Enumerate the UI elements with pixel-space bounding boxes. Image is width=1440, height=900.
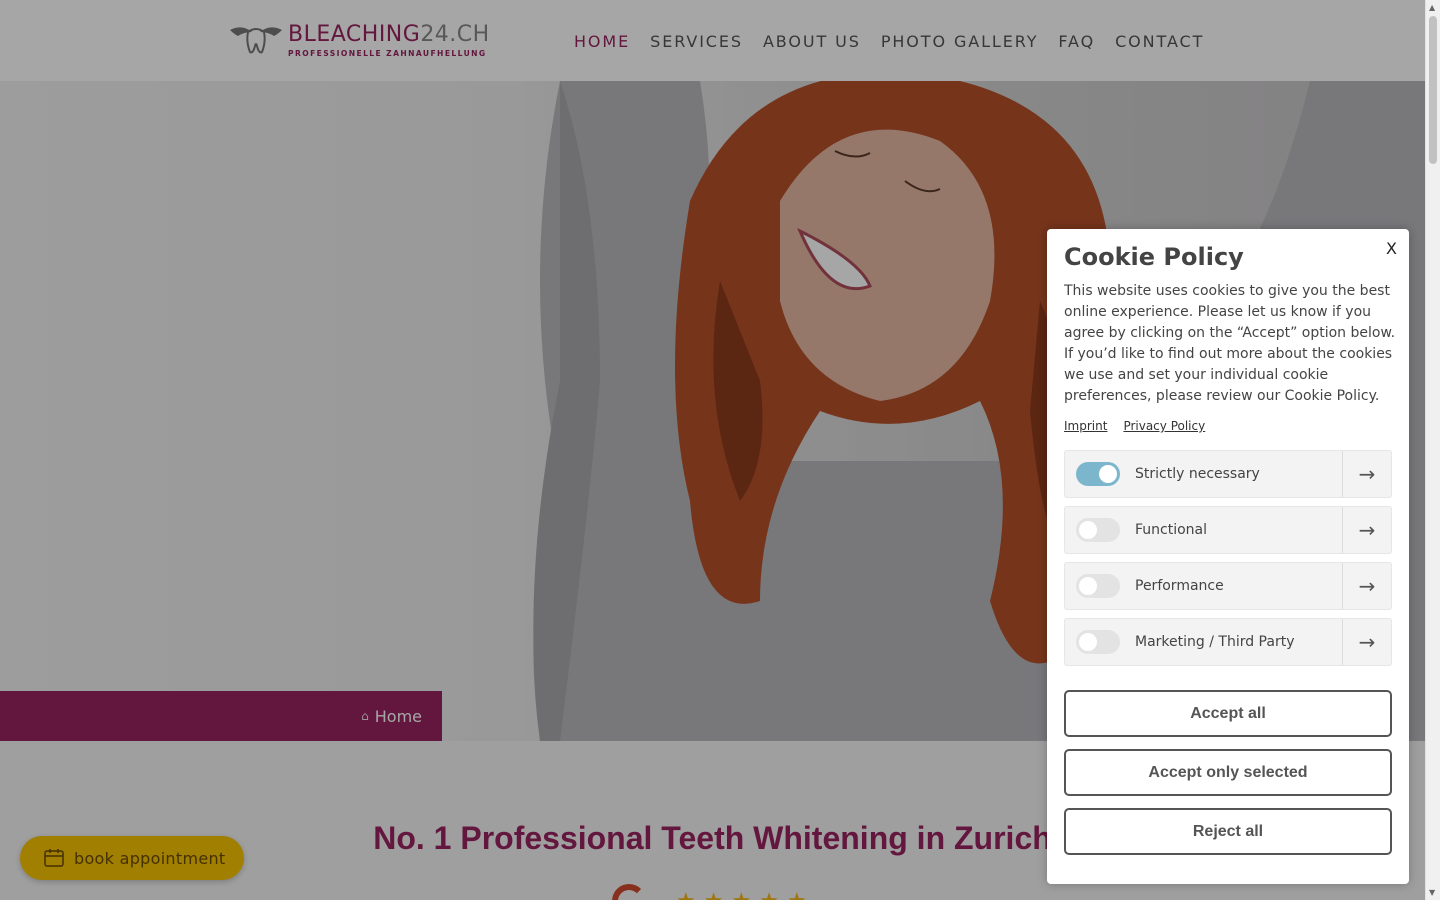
- scroll-up-arrow-icon[interactable]: ▲: [1429, 3, 1435, 12]
- cookie-category-label: Functional: [1135, 522, 1208, 538]
- accept-all-button[interactable]: Accept all: [1064, 690, 1392, 737]
- marketing-toggle[interactable]: [1076, 630, 1120, 654]
- arrow-right-icon[interactable]: →: [1342, 451, 1391, 497]
- page-scrollbar[interactable]: ▲ ▼: [1425, 0, 1440, 900]
- accept-selected-button[interactable]: Accept only selected: [1064, 749, 1392, 796]
- close-button[interactable]: X: [1386, 239, 1397, 258]
- cookie-policy-dialog: X Cookie Policy This website uses cookie…: [1047, 229, 1409, 884]
- reject-all-button[interactable]: Reject all: [1064, 808, 1392, 855]
- cookie-dialog-description: This website uses cookies to give you th…: [1064, 283, 1396, 404]
- arrow-right-icon[interactable]: →: [1342, 619, 1391, 665]
- cookie-legal-links: Imprint Privacy Policy: [1064, 419, 1221, 433]
- cookie-category-strictly-necessary: Strictly necessary →: [1064, 450, 1392, 498]
- scroll-down-arrow-icon[interactable]: ▼: [1429, 888, 1435, 897]
- arrow-right-icon[interactable]: →: [1342, 507, 1391, 553]
- functional-toggle[interactable]: [1076, 518, 1120, 542]
- cookie-category-label: Strictly necessary: [1135, 466, 1260, 482]
- cookie-dialog-title: Cookie Policy: [1064, 243, 1244, 271]
- imprint-link[interactable]: Imprint: [1064, 419, 1107, 433]
- cookie-category-performance: Performance →: [1064, 562, 1392, 610]
- strictly-necessary-toggle[interactable]: [1076, 462, 1120, 486]
- performance-toggle[interactable]: [1076, 574, 1120, 598]
- scrollbar-thumb[interactable]: [1429, 16, 1437, 164]
- cookie-category-label: Performance: [1135, 578, 1224, 594]
- cookie-category-label: Marketing / Third Party: [1135, 634, 1295, 650]
- arrow-right-icon[interactable]: →: [1342, 563, 1391, 609]
- privacy-policy-link[interactable]: Privacy Policy: [1123, 419, 1205, 433]
- cookie-category-marketing: Marketing / Third Party →: [1064, 618, 1392, 666]
- cookie-category-functional: Functional →: [1064, 506, 1392, 554]
